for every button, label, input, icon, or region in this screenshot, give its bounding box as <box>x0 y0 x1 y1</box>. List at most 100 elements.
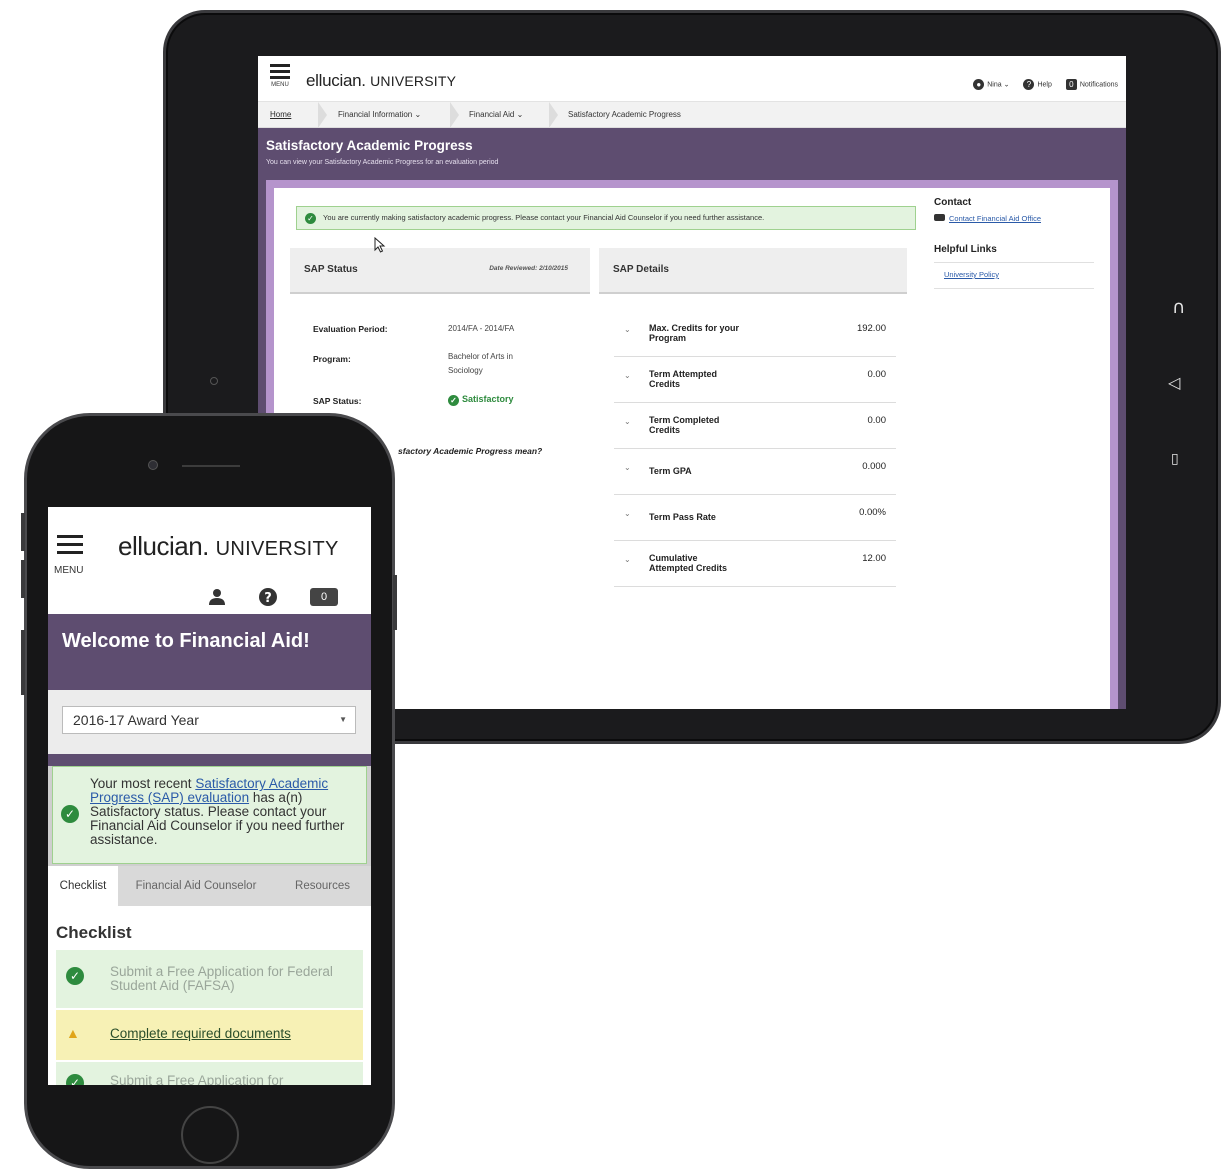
logo-brand: ellucian. <box>118 531 209 561</box>
sap-status-header: SAP Status Date Reviewed: 2/10/2015 <box>290 248 590 294</box>
hamburger-menu-icon[interactable] <box>57 535 83 559</box>
phone-camera <box>148 460 158 470</box>
contact-financial-aid-link[interactable]: Contact Financial Aid Office <box>934 214 1041 223</box>
app-logo[interactable]: ellucian. UNIVERSITY <box>118 531 339 562</box>
breadcrumb-home[interactable]: Home <box>270 110 291 119</box>
tablet-recent-icon[interactable]: ▯ <box>1171 451 1179 467</box>
app-logo[interactable]: ellucian. UNIVERSITY <box>306 71 456 91</box>
menu-label: MENU <box>271 82 289 88</box>
warning-icon: ▲ <box>66 1025 80 1041</box>
sap-detail-row[interactable]: ⌄ Cumulative Attempted Credits 12.00 <box>614 541 896 587</box>
checklist-heading: Checklist <box>56 923 132 942</box>
user-icon: ● <box>973 79 985 90</box>
sap-alert-area: ✓ Your most recent Satisfactory Academic… <box>48 766 371 866</box>
sap-detail-row[interactable]: ⌄ Term Attempted Credits 0.00 <box>614 357 896 403</box>
sap-status-value: ✓ Satisfactory <box>448 394 514 406</box>
check-circle-icon: ✓ <box>66 1074 84 1085</box>
help-icon: ? <box>1023 79 1035 90</box>
logo-suffix: UNIVERSITY <box>370 73 457 89</box>
help-icon[interactable]: ? <box>258 587 278 607</box>
phone-home-button[interactable] <box>181 1106 239 1164</box>
tab-checklist[interactable]: Checklist <box>48 866 118 906</box>
sap-alert: ✓ You are currently making satisfactory … <box>296 206 916 230</box>
checklist-item[interactable]: ▲ Complete required documents <box>56 1010 363 1060</box>
tablet-menu-button[interactable]: MENU <box>268 64 292 88</box>
logo-brand: ellucian. <box>306 71 366 90</box>
tab-financial-aid-counselor[interactable]: Financial Aid Counselor <box>118 866 274 906</box>
svg-text:?: ? <box>264 591 272 606</box>
sap-detail-row[interactable]: ⌄ Max. Credits for your Program 192.00 <box>614 311 896 357</box>
page-title: Satisfactory Academic Progress <box>266 138 473 153</box>
chevron-down-icon: ⌄ <box>624 463 631 472</box>
menu-label: MENU <box>54 565 84 576</box>
breadcrumb-financial-aid[interactable]: Financial Aid ⌄ <box>469 110 523 119</box>
phone-volume-button <box>21 513 25 551</box>
date-reviewed: Date Reviewed: 2/10/2015 <box>489 265 568 272</box>
chevron-down-icon: ⌄ <box>624 325 631 334</box>
chevron-down-icon: ⌄ <box>624 555 631 564</box>
divider <box>934 288 1094 289</box>
breadcrumb-current: Satisfactory Academic Progress <box>568 110 681 119</box>
help-link[interactable]: ? Help <box>1023 79 1052 90</box>
chevron-down-icon: ⌄ <box>624 509 631 518</box>
chevron-down-icon: ⌄ <box>624 371 631 380</box>
notification-icon[interactable]: 0 <box>310 588 338 606</box>
page-subtitle: You can view your Satisfactory Academic … <box>266 159 499 166</box>
breadcrumb-separator <box>318 102 327 128</box>
phone-frame: MENU ellucian. UNIVERSITY ? 0 Welcome to… <box>24 413 395 1169</box>
chevron-down-icon: ⌄ <box>624 417 631 426</box>
sap-detail-row[interactable]: ⌄ Term GPA 0.000 <box>614 449 896 495</box>
helpful-links-heading: Helpful Links <box>934 244 997 255</box>
sap-detail-row[interactable]: ⌄ Term Completed Credits 0.00 <box>614 403 896 449</box>
phone-speaker <box>182 465 240 467</box>
band-divider <box>48 754 371 766</box>
tab-bar: Checklist Financial Aid Counselor Resour… <box>48 866 371 906</box>
chevron-down-icon: ▼ <box>339 715 347 724</box>
tablet-header: MENU ellucian. UNIVERSITY ● Nina ⌄ ? Help … <box>258 56 1126 102</box>
user-icon[interactable] <box>208 588 226 606</box>
checklist-item[interactable]: ✓ Submit a Free Application for <box>56 1062 363 1085</box>
mouse-cursor-icon <box>374 237 386 253</box>
sap-alert: ✓ Your most recent Satisfactory Academic… <box>52 766 367 864</box>
user-menu[interactable]: ● Nina ⌄ <box>973 79 1009 90</box>
tab-resources[interactable]: Resources <box>274 866 371 906</box>
contact-heading: Contact <box>934 197 972 208</box>
program-label: Program: <box>313 354 351 364</box>
sap-status-label: SAP Status: <box>313 396 362 406</box>
notifications-link[interactable]: 0 Notifications <box>1065 79 1118 90</box>
hamburger-menu-icon <box>268 64 292 79</box>
breadcrumb-separator <box>450 102 459 128</box>
email-icon <box>934 214 945 221</box>
check-circle-icon: ✓ <box>61 805 79 823</box>
sap-meaning-question[interactable]: sfactory Academic Progress mean? <box>398 446 542 456</box>
tablet-back-icon[interactable]: ∩ <box>1172 297 1185 318</box>
check-circle-icon: ✓ <box>305 213 316 224</box>
phone-volume-button <box>21 560 25 598</box>
tablet-camera <box>210 377 218 385</box>
sap-details-heading: SAP Details <box>613 264 669 275</box>
phone-volume-button <box>21 630 25 695</box>
sap-details-header: SAP Details <box>599 248 907 294</box>
sap-status-heading: SAP Status <box>304 264 358 275</box>
evaluation-period-label: Evaluation Period: <box>313 324 388 334</box>
device-mockup-stage: ∩ ◁ ▯ MENU ellucian. UNIVERSITY ● Nina ⌄ … <box>0 0 1229 1169</box>
notification-icon: 0 <box>1065 79 1077 90</box>
logo-suffix: UNIVERSITY <box>215 538 339 560</box>
user-bar: ● Nina ⌄ ? Help 0 Notifications <box>973 79 1118 90</box>
program-value: Bachelor of Arts in Sociology <box>448 352 513 375</box>
sap-detail-row[interactable]: ⌄ Term Pass Rate 0.00% <box>614 495 896 541</box>
check-circle-icon: ✓ <box>448 395 459 406</box>
check-circle-icon: ✓ <box>66 967 84 985</box>
phone-screen: MENU ellucian. UNIVERSITY ? 0 Welcome to… <box>48 507 371 1085</box>
checklist-item[interactable]: ✓ Submit a Free Application for Federal … <box>56 950 363 1008</box>
award-year-area: 2016-17 Award Year ▼ <box>48 690 371 754</box>
evaluation-period-value: 2014/FA - 2014/FA <box>448 324 515 333</box>
content-panel: ✓ You are currently making satisfactory … <box>274 188 1110 709</box>
award-year-select[interactable]: 2016-17 Award Year ▼ <box>62 706 356 734</box>
tablet-home-icon[interactable]: ◁ <box>1168 373 1180 392</box>
university-policy-link[interactable]: University Policy <box>944 270 999 279</box>
phone-user-bar: ? 0 <box>208 587 338 607</box>
breadcrumb-financial-information[interactable]: Financial Information ⌄ <box>338 110 421 119</box>
welcome-band: Welcome to Financial Aid! <box>48 614 371 690</box>
divider <box>934 262 1094 263</box>
